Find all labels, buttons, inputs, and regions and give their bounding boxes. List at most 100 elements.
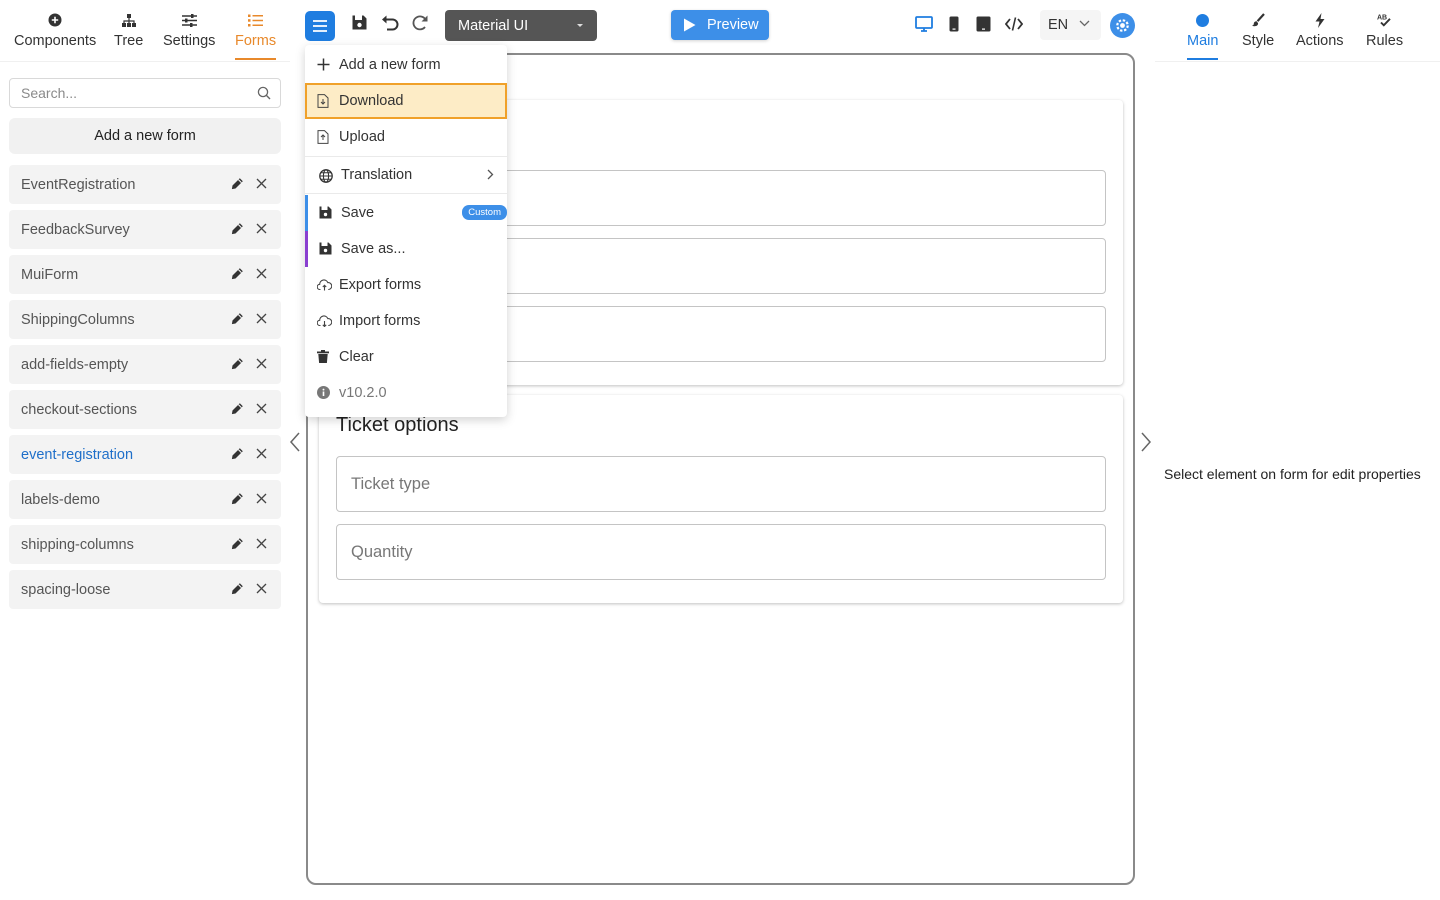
globe-icon (319, 169, 333, 183)
left-panel: Components Tree Settings Forms Add a new… (0, 0, 290, 900)
rules-icon: AB (1377, 10, 1393, 30)
form-list-item[interactable]: spacing-loose (9, 570, 281, 609)
search-input[interactable] (10, 79, 240, 107)
pencil-icon[interactable] (231, 447, 244, 460)
tab-settings[interactable]: Settings (163, 10, 215, 49)
main-menu-dropdown: Add a new form Download Upload Translati… (305, 45, 507, 417)
pencil-icon[interactable] (231, 267, 244, 280)
close-icon[interactable] (256, 403, 267, 414)
tab-main-label: Main (1187, 33, 1219, 49)
ticket-options-card[interactable]: Ticket options Ticket type Quantity (319, 395, 1123, 603)
tab-forms-label: Forms (235, 33, 277, 49)
redo-icon[interactable] (411, 14, 429, 31)
bolt-icon (1315, 10, 1325, 30)
menu-item-label: Export forms (339, 277, 422, 293)
menu-item-label: Import forms (339, 313, 421, 329)
close-icon[interactable] (256, 178, 267, 189)
file-upload-icon (317, 130, 329, 144)
form-list-item[interactable]: add-fields-empty (9, 345, 281, 384)
menu-item-save[interactable]: Save Custom (305, 195, 507, 231)
tab-style-label: Style (1242, 33, 1275, 49)
form-list-item[interactable]: labels-demo (9, 480, 281, 519)
tablet-icon[interactable] (976, 16, 991, 32)
menu-item-clear[interactable]: Clear (305, 339, 507, 375)
tab-actions-label: Actions (1296, 33, 1344, 49)
form-list-item[interactable]: MuiForm (9, 255, 281, 294)
chevron-right-icon (487, 169, 494, 180)
language-select[interactable]: EN (1040, 10, 1101, 40)
close-icon[interactable] (256, 223, 267, 234)
collapse-right-panel-arrow-icon[interactable] (1140, 432, 1152, 452)
menu-item-label: Clear (339, 349, 374, 365)
menu-item-add-new-form[interactable]: Add a new form (305, 47, 507, 83)
quantity-field[interactable]: Quantity (336, 524, 1106, 580)
theme-select[interactable]: Material UI (445, 10, 597, 41)
chevron-down-icon (1079, 20, 1090, 27)
menu-item-label: Save (341, 205, 375, 221)
form-list-item[interactable]: shipping-columns (9, 525, 281, 564)
close-icon[interactable] (256, 268, 267, 279)
collapse-left-panel-arrow-icon[interactable] (289, 432, 301, 452)
tab-rules[interactable]: AB Rules (1366, 10, 1403, 50)
code-icon[interactable] (1005, 17, 1023, 31)
form-name: ShippingColumns (21, 311, 135, 328)
section-title: Ticket options (336, 414, 459, 436)
hamburger-icon (313, 20, 327, 32)
save-icon (319, 206, 332, 219)
version-label: v10.2.0 (339, 385, 387, 401)
form-list-item[interactable]: EventRegistration (9, 165, 281, 204)
pencil-icon[interactable] (231, 177, 244, 190)
plus-icon (317, 58, 330, 71)
close-icon[interactable] (256, 313, 267, 324)
save-icon[interactable] (351, 14, 368, 31)
pencil-icon[interactable] (231, 222, 244, 235)
tab-main[interactable]: Main (1187, 10, 1219, 60)
pencil-icon[interactable] (231, 537, 244, 550)
tab-actions[interactable]: Actions (1296, 10, 1344, 49)
pencil-icon[interactable] (231, 357, 244, 370)
menu-item-download[interactable]: Download (305, 83, 507, 119)
form-name: spacing-loose (21, 581, 111, 598)
menu-item-import-forms[interactable]: Import forms (305, 303, 507, 339)
form-list-item[interactable]: FeedbackSurvey (9, 210, 281, 249)
undo-icon[interactable] (381, 14, 399, 31)
mobile-icon[interactable] (949, 16, 959, 32)
theme-settings-button[interactable] (1110, 13, 1135, 38)
close-icon[interactable] (256, 538, 267, 549)
tab-style[interactable]: Style (1242, 10, 1274, 49)
tab-forms[interactable]: Forms (235, 10, 277, 60)
cloud-download-icon (317, 314, 332, 327)
close-icon[interactable] (256, 448, 267, 459)
close-icon[interactable] (256, 493, 267, 504)
brush-icon (1251, 10, 1265, 30)
pencil-icon[interactable] (231, 492, 244, 505)
form-name: event-registration (21, 446, 134, 463)
form-list-item[interactable]: checkout-sections (9, 390, 281, 429)
menu-item-label: Upload (339, 129, 385, 145)
sliders-icon (181, 10, 197, 30)
menu-item-upload[interactable]: Upload (305, 119, 507, 155)
close-icon[interactable] (256, 583, 267, 594)
desktop-icon[interactable] (915, 16, 933, 32)
form-name: labels-demo (21, 491, 100, 508)
menu-item-export-forms[interactable]: Export forms (305, 267, 507, 303)
menu-item-translation[interactable]: Translation (305, 156, 507, 194)
form-list-item[interactable]: event-registration (9, 435, 281, 474)
tab-tree[interactable]: Tree (114, 10, 143, 49)
main-menu-button[interactable] (305, 11, 335, 41)
close-icon[interactable] (256, 358, 267, 369)
theme-select-value: Material UI (458, 17, 529, 34)
preview-button[interactable]: Preview (671, 10, 769, 40)
ticket-type-field[interactable]: Ticket type (336, 456, 1106, 512)
pencil-icon[interactable] (231, 402, 244, 415)
tab-components[interactable]: Components (14, 10, 96, 49)
add-new-form-button[interactable]: Add a new form (9, 118, 281, 154)
dot-icon (1196, 10, 1210, 30)
search-icon[interactable] (257, 86, 271, 100)
gear-icon (1114, 17, 1131, 34)
pencil-icon[interactable] (231, 582, 244, 595)
pencil-icon[interactable] (231, 312, 244, 325)
form-list-item[interactable]: ShippingColumns (9, 300, 281, 339)
tab-components-label: Components (14, 33, 97, 49)
menu-item-save-as[interactable]: Save as... (305, 231, 507, 267)
